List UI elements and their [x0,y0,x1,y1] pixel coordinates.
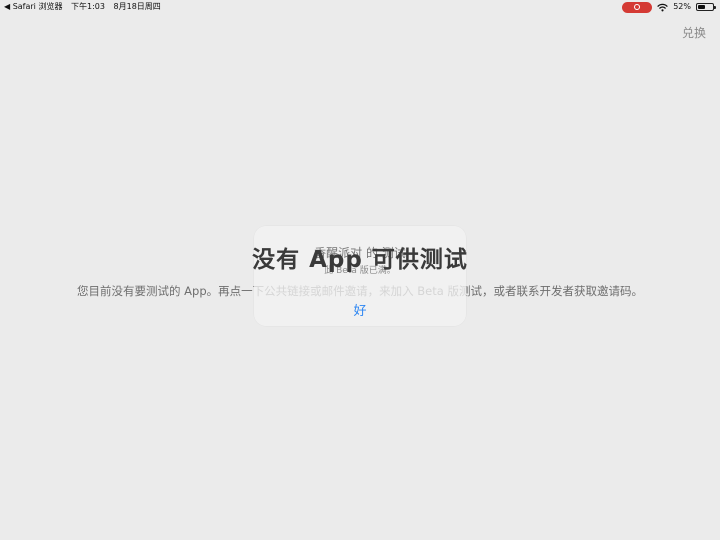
battery-fill [698,5,706,9]
alert-ok-button[interactable]: 好 [254,300,466,319]
record-icon [634,4,641,10]
status-bar-left: ◀ Safari 浏览器 下午1:03 8月18日周四 [4,0,167,14]
battery-percentage: 52% [673,2,691,11]
status-time: 下午1:03 [71,2,105,11]
wifi-icon [657,3,668,11]
redeem-button[interactable]: 兑换 [682,24,706,41]
status-bar-right: 52% [622,0,716,14]
screen: ◀ Safari 浏览器 下午1:03 8月18日周四 52% 兑换 香醒派对 … [0,0,720,540]
back-to-safari-link[interactable]: ◀ Safari 浏览器 [4,2,62,11]
empty-state-title: 没有 App 可供测试 [252,247,468,273]
status-date: 8月18日周四 [113,2,161,11]
screen-recording-indicator[interactable] [622,1,653,13]
status-bar: ◀ Safari 浏览器 下午1:03 8月18日周四 52% [0,0,720,14]
battery-icon [696,3,716,11]
